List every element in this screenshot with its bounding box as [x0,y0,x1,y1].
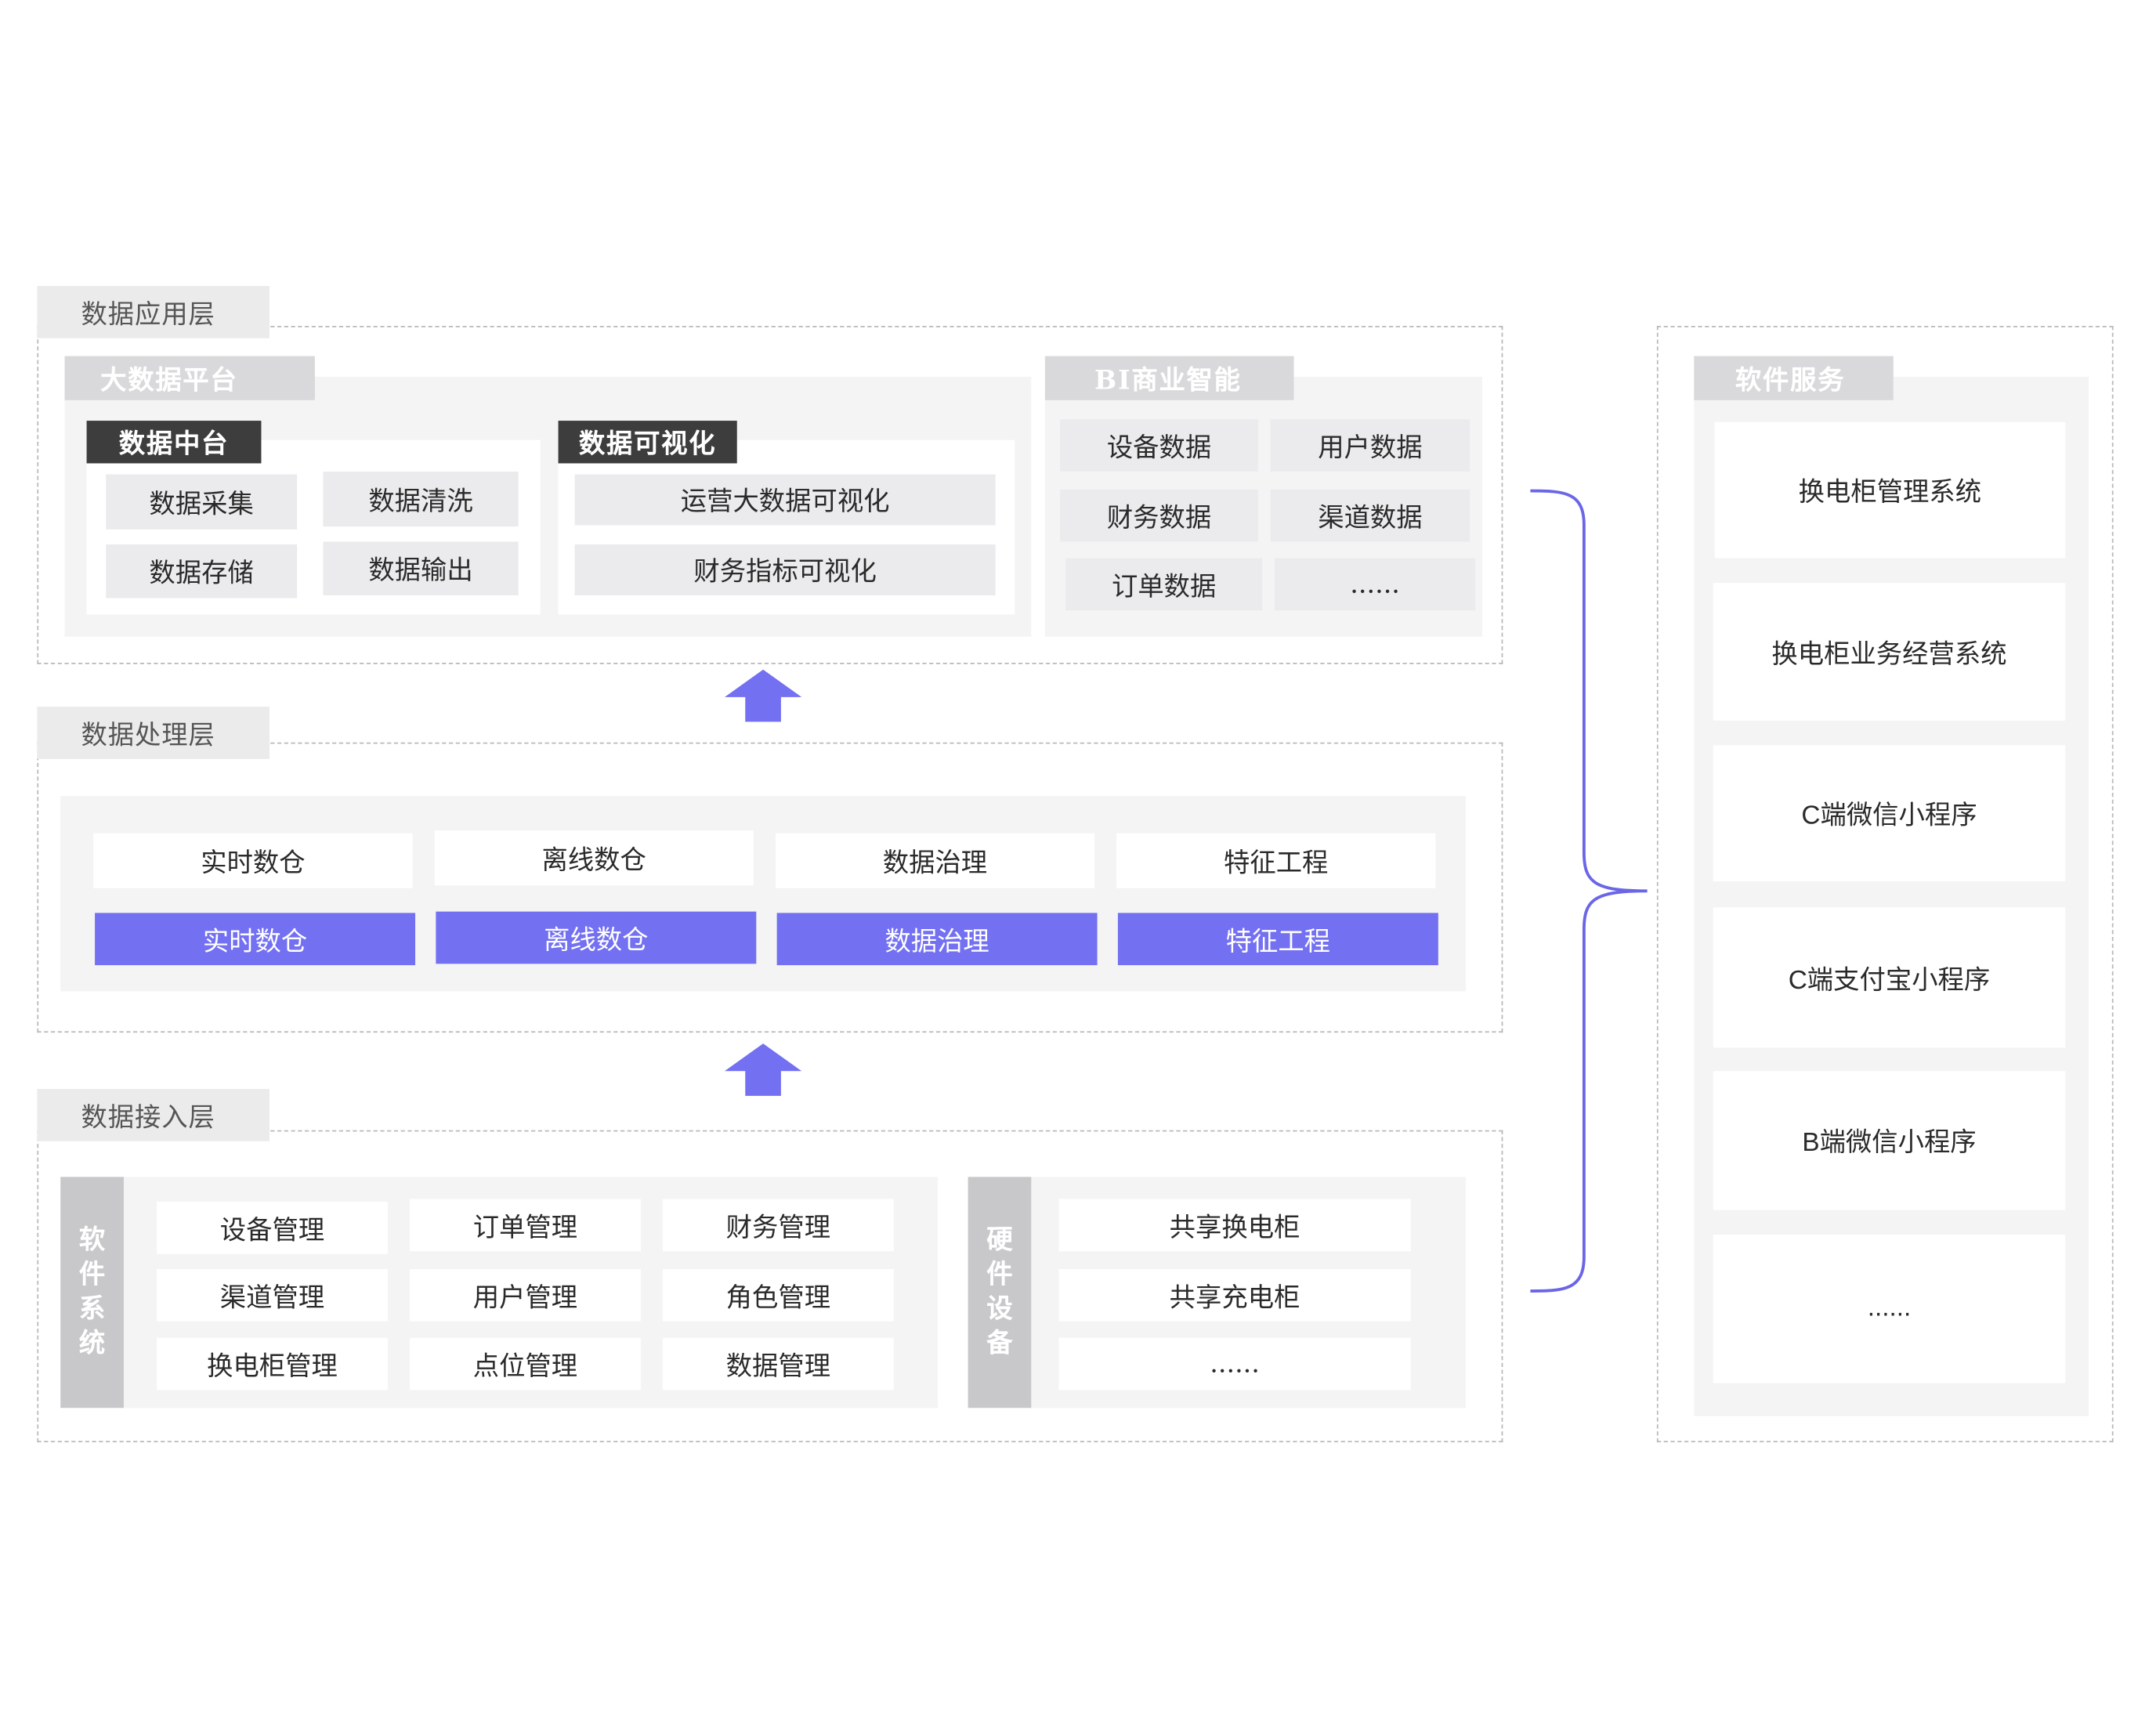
channel-management-item: 渠道管理 [157,1268,388,1322]
hardware-devices-label-char: 硬 [986,1224,1013,1256]
processing-data-governance: 数据治理 [775,833,1095,888]
processing-realtime-warehouse-highlight: 实时数仓 [95,913,416,966]
order-management-item: 订单管理 [410,1199,641,1252]
site-management-item: 点位管理 [410,1337,641,1390]
data-output-item: 数据输出 [323,541,519,595]
bi-channel-data-item: 渠道数据 [1270,489,1470,542]
big-data-platform-title: 大数据平台 [64,356,315,400]
bi-user-data-item: 用户数据 [1270,419,1470,472]
data-storage-item: 数据存储 [106,544,298,599]
bi-finance-data-item: 财务数据 [1060,489,1258,542]
operations-visualization-item: 运营大数据可视化 [574,474,996,526]
cabinet-management-system-card: 换电柜管理系统 [1714,421,2066,559]
role-management-item: 角色管理 [662,1268,894,1322]
bi-more-item: ...... [1274,558,1476,611]
processing-offline-warehouse-highlight: 离线数仓 [436,911,757,964]
data-management-item: 数据管理 [662,1337,894,1390]
software-systems-label-char: 系 [78,1293,106,1325]
processing-feature-engineering-highlight: 特征工程 [1117,913,1438,966]
cabinet-business-system-card: 换电柜业务经营系统 [1713,583,2066,721]
software-systems-label-char: 统 [78,1328,106,1359]
finance-visualization-item: 财务指标可视化 [574,544,996,595]
c-alipay-miniprogram-card: C端支付宝小程序 [1713,907,2066,1048]
curly-brace-icon [1530,489,1648,1293]
processing-data-governance-highlight: 数据治理 [776,913,1098,966]
software-services-more-card: ...... [1713,1235,2066,1383]
access-layer-title: 数据接入层 [37,1089,270,1141]
data-middle-title: 数据中台 [86,421,262,464]
processing-realtime-warehouse: 实时数仓 [93,833,413,888]
finance-management-item: 财务管理 [662,1199,894,1252]
device-management-item: 设备管理 [157,1201,388,1254]
cabinet-management-item: 换电柜管理 [157,1337,388,1390]
software-services-title: 软件服务 [1694,356,1894,400]
hardware-devices-label-char: 备 [986,1328,1013,1359]
software-systems-label-char: 件 [78,1259,106,1290]
c-wechat-miniprogram-card: C端微信小程序 [1713,745,2066,882]
shared-charging-cabinet-item: 共享充电柜 [1058,1268,1411,1322]
architecture-diagram: 数据应用层 大数据平台 数据中台 数据采集 数据清洗 数据存储 数据输出 数据可… [0,0,2156,1724]
processing-offline-warehouse: 离线数仓 [434,830,754,886]
data-collection-item: 数据采集 [106,474,298,530]
software-systems-label: 软 件 系 统 [60,1177,124,1409]
bi-title: BI商业智能 [1044,356,1294,400]
b-wechat-miniprogram-card: B端微信小程序 [1713,1071,2066,1210]
bi-order-data-item: 订单数据 [1065,558,1263,611]
up-arrow-icon [724,1043,802,1096]
user-management-item: 用户管理 [410,1268,641,1322]
processing-layer-title: 数据处理层 [37,707,270,759]
data-visualization-title: 数据可视化 [558,421,737,464]
hardware-more-item: ...... [1058,1337,1411,1390]
up-arrow-icon [724,669,802,722]
hardware-devices-label-char: 件 [986,1259,1013,1290]
data-cleaning-item: 数据清洗 [323,471,519,527]
bi-device-data-item: 设备数据 [1060,419,1258,472]
hardware-devices-label: 硬 件 设 备 [968,1177,1032,1409]
processing-feature-engineering: 特征工程 [1116,833,1436,888]
software-systems-label-char: 软 [78,1224,106,1256]
shared-battery-cabinet-item: 共享换电柜 [1058,1199,1411,1252]
hardware-devices-label-char: 设 [986,1293,1013,1325]
application-layer-title: 数据应用层 [37,286,270,338]
